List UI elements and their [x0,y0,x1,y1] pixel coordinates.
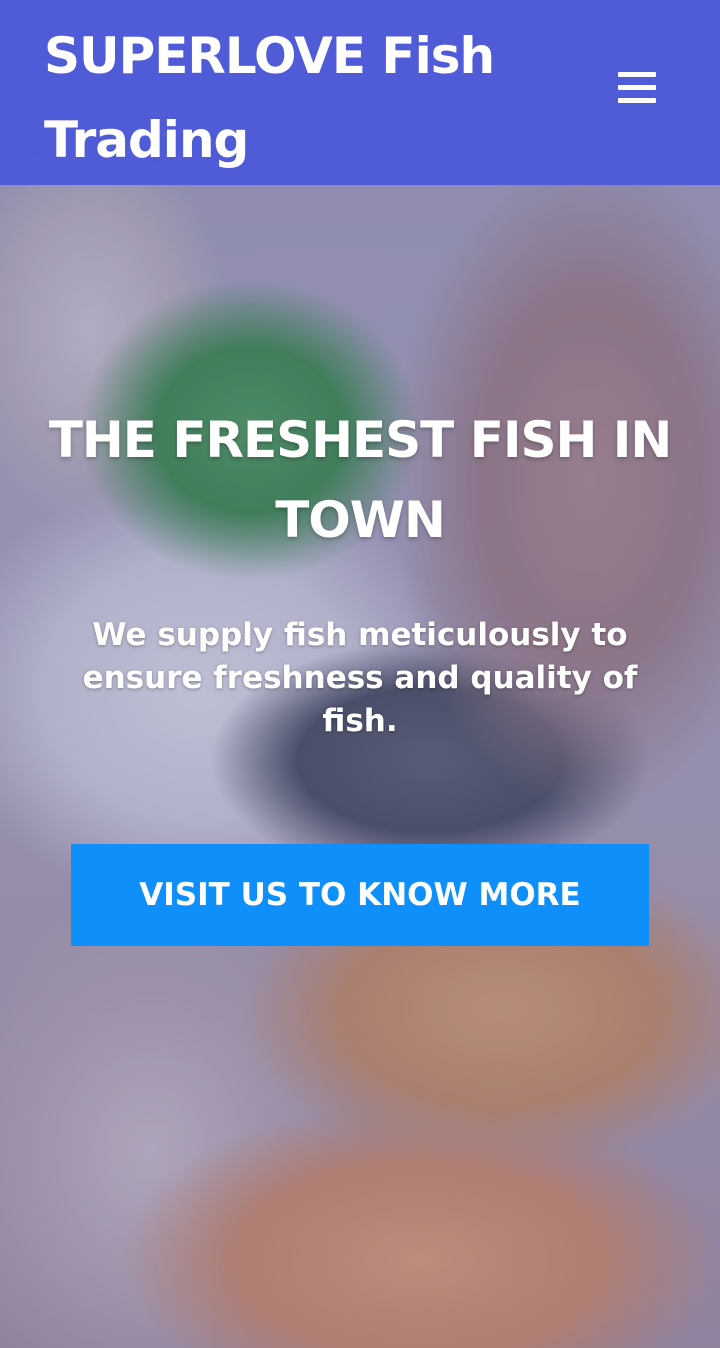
menu-bar [618,98,656,103]
hero-section: THE FRESHEST FISH IN TOWN We supply fish… [0,400,720,743]
visit-us-button[interactable]: VISIT US TO KNOW MORE [71,844,649,946]
hamburger-menu-icon[interactable] [612,64,664,114]
menu-bar [618,72,656,77]
page: SUPERLOVE Fish Trading THE FRESHEST FISH… [0,0,720,1348]
site-header: SUPERLOVE Fish Trading [0,0,720,185]
hero-subtext: We supply fish meticulously to ensure fr… [82,617,638,739]
menu-bar [618,85,656,90]
hero-headline: THE FRESHEST FISH IN TOWN [48,411,672,549]
site-title[interactable]: SUPERLOVE Fish Trading [44,14,564,182]
